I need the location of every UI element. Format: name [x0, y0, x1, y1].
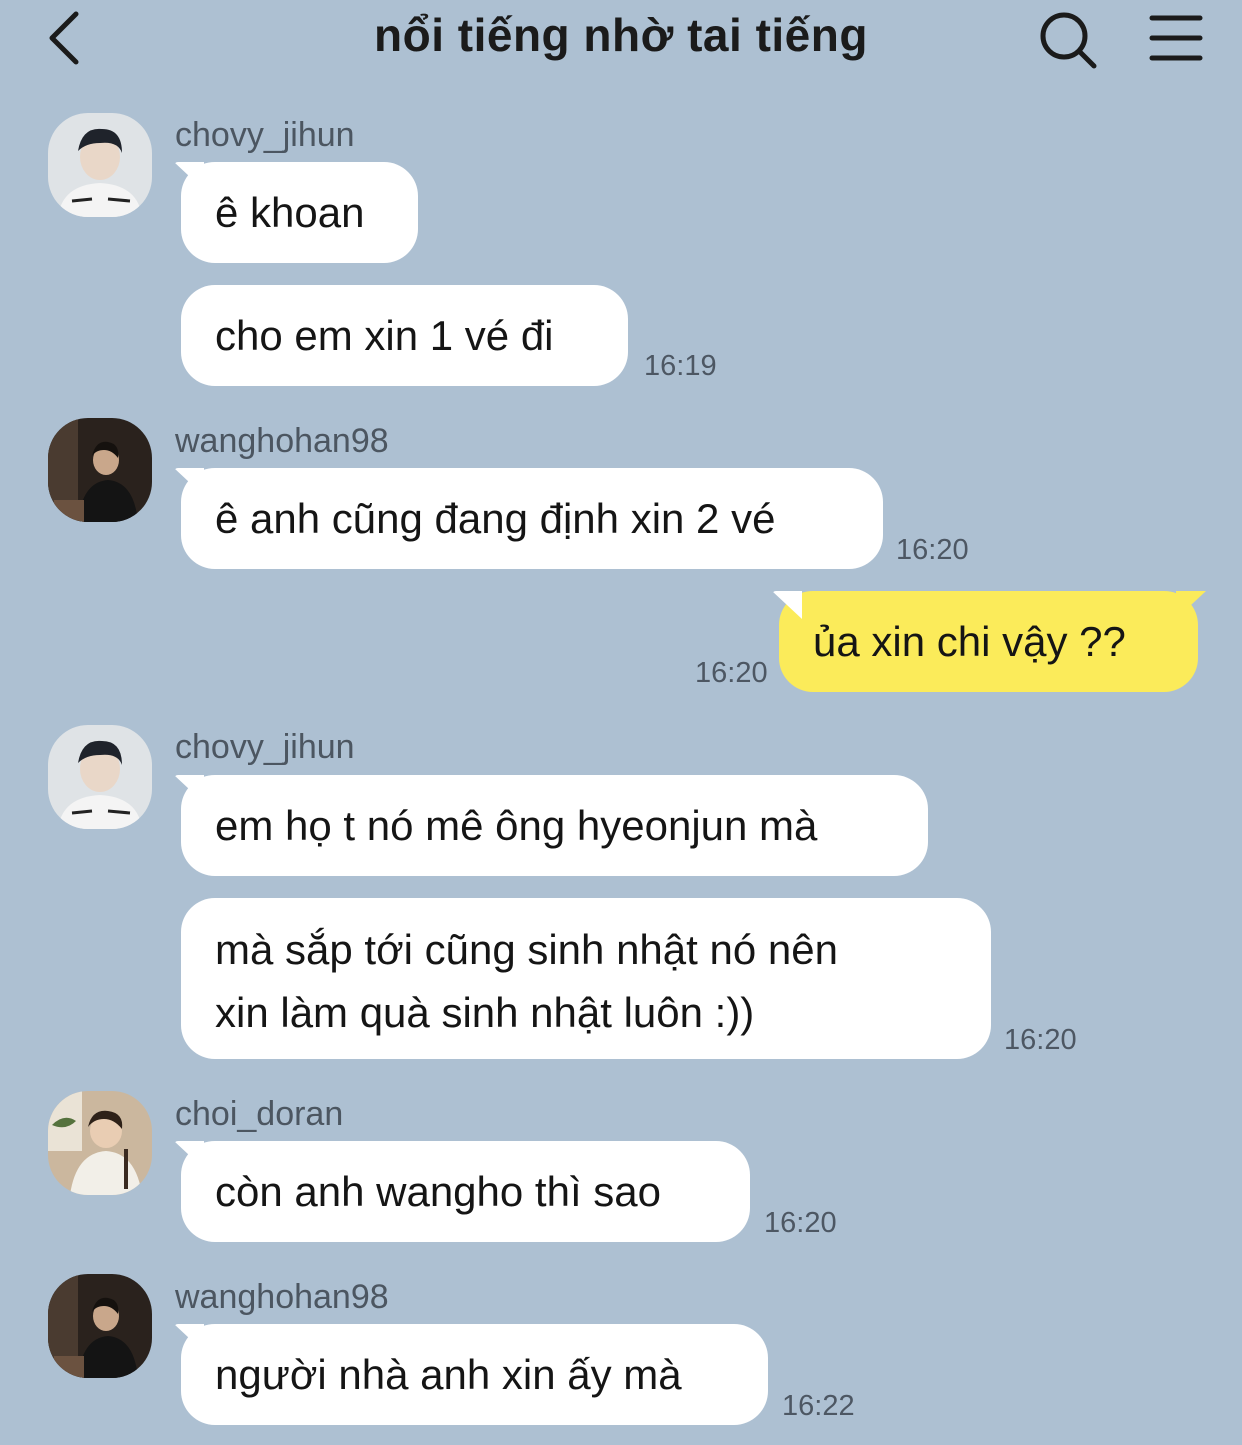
sender-name: chovy_jihun	[175, 116, 355, 154]
menu-button[interactable]	[1144, 8, 1208, 68]
avatar-chovy-jihun[interactable]	[48, 113, 152, 217]
sender-name: wanghohan98	[175, 422, 389, 460]
message-bubble[interactable]: cho em xin 1 vé đi	[181, 285, 628, 386]
sender-name: choi_doran	[175, 1095, 344, 1133]
avatar-photo	[48, 113, 152, 217]
message-time: 16:20	[695, 657, 768, 689]
message-time: 16:20	[1004, 1024, 1077, 1056]
search-button[interactable]	[1036, 6, 1102, 72]
avatar-chovy-jihun[interactable]	[48, 725, 152, 829]
message-bubble[interactable]: ê khoan	[181, 162, 418, 263]
message-bubble[interactable]: em họ t nó mê ông hyeonjun mà	[181, 775, 928, 876]
avatar-photo	[48, 725, 152, 829]
my-message-bubble[interactable]: ủa xin chi vậy ??	[779, 591, 1198, 692]
sender-name: chovy_jihun	[175, 728, 355, 766]
message-line: xin làm quà sinh nhật luôn :))	[215, 989, 755, 1036]
message-time: 16:19	[644, 350, 717, 382]
message-bubble[interactable]: còn anh wangho thì sao	[181, 1141, 750, 1242]
avatar-photo	[48, 418, 152, 522]
message-time: 16:20	[764, 1207, 837, 1239]
message-bubble-multiline[interactable]: mà sắp tới cũng sinh nhật nó nên xin làm…	[181, 898, 991, 1059]
avatar-choi-doran[interactable]	[48, 1091, 152, 1195]
message-time: 16:22	[782, 1390, 855, 1422]
chat-header: nổi tiếng nhờ tai tiếng	[0, 0, 1242, 80]
message-bubble[interactable]: người nhà anh xin ấy mà	[181, 1324, 768, 1425]
search-icon	[1040, 12, 1097, 69]
sender-name: wanghohan98	[175, 1278, 389, 1316]
message-time: 16:20	[896, 534, 969, 566]
avatar-photo	[48, 1274, 152, 1378]
message-bubble[interactable]: ê anh cũng đang định xin 2 vé	[181, 468, 883, 569]
hamburger-menu-icon	[1149, 15, 1203, 61]
avatar-photo	[48, 1091, 152, 1195]
avatar-wanghohan98[interactable]	[48, 1274, 152, 1378]
avatar-wanghohan98[interactable]	[48, 418, 152, 522]
message-line: mà sắp tới cũng sinh nhật nó nên	[215, 926, 838, 973]
